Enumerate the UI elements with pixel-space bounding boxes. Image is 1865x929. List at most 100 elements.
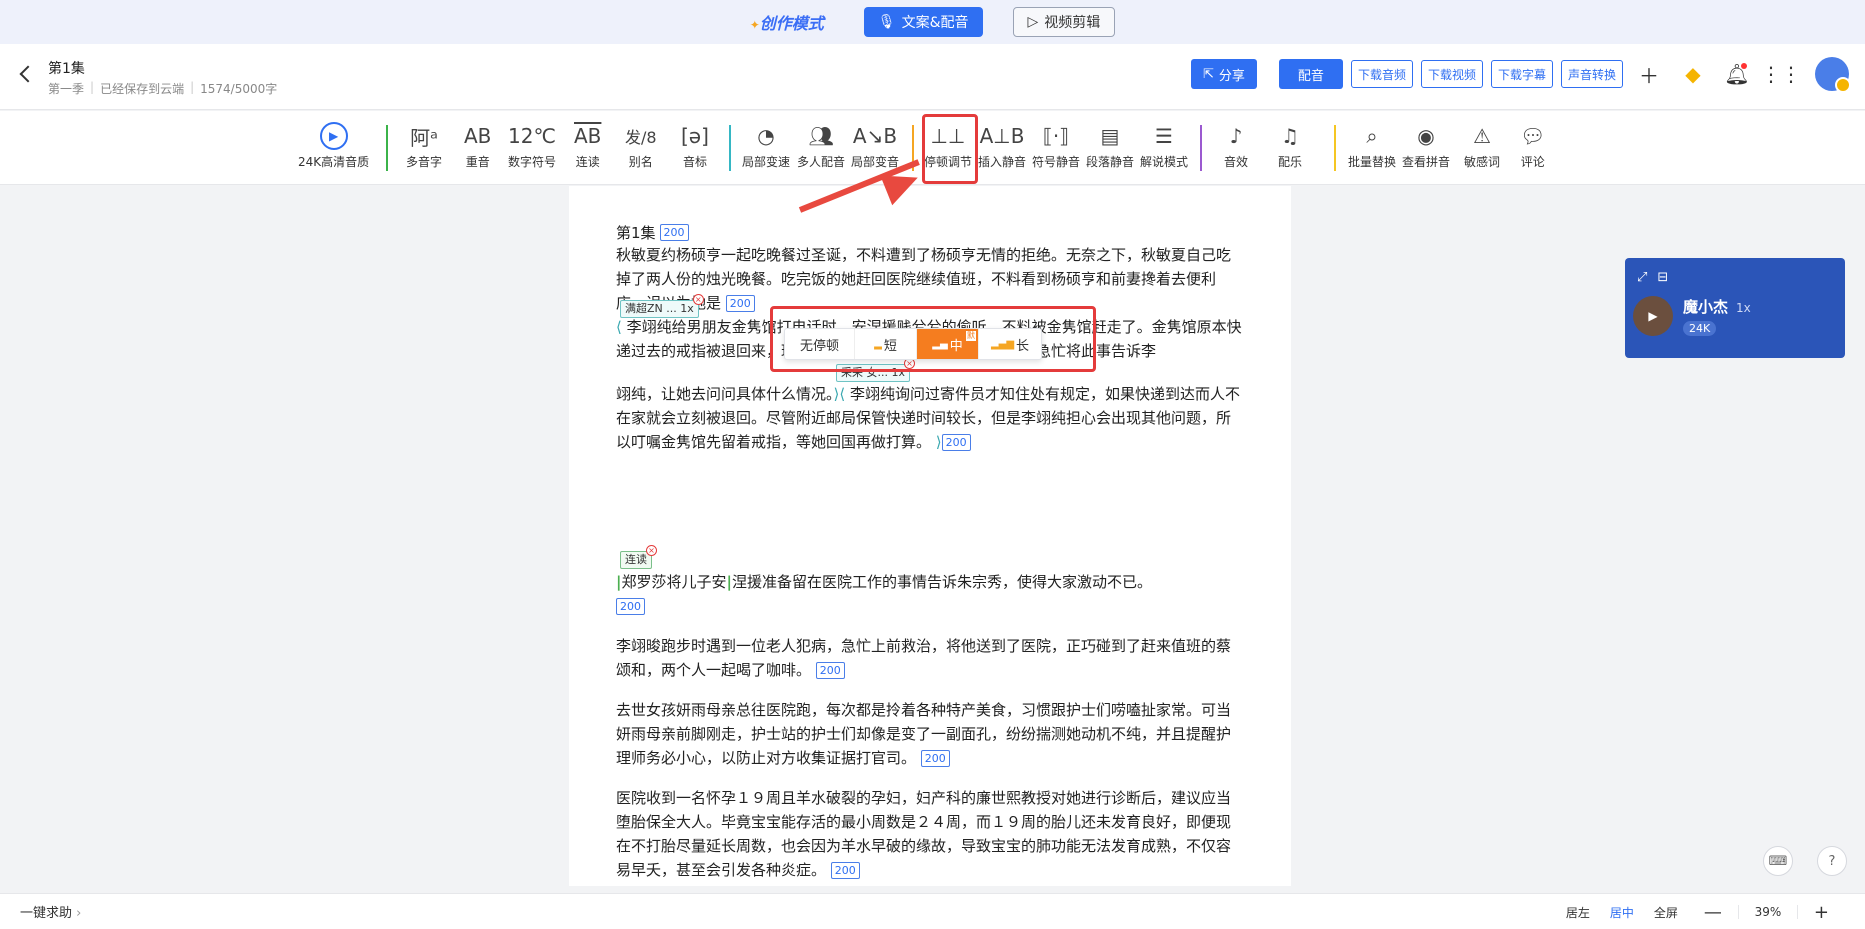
apps-grid-icon[interactable]: ⋮⋮ [1761, 58, 1801, 90]
align-center-button[interactable]: 居中 [1600, 904, 1644, 921]
close-icon[interactable]: × [692, 294, 704, 305]
number-icon: 12℃ [508, 124, 556, 148]
tool-view-pinyin-label: 查看拼音 [1402, 155, 1451, 169]
signal-icon: ▂▄▆ [990, 338, 1015, 350]
voice-name: 魔小杰 [1683, 298, 1729, 316]
paragraph-4[interactable]: 李翊晙跑步时遇到一位老人犯病，急忙上前救治，将他送到了医院，正巧碰到了赶来值班的… [616, 634, 1244, 682]
pause-none-option[interactable]: 无停顿 [785, 329, 855, 359]
voice-quality-badge: 24K [1683, 321, 1717, 336]
dub-button[interactable]: 配音 [1278, 59, 1343, 89]
tool-comment[interactable]: 💬︎ 评论 [1520, 119, 1545, 179]
voice-convert-button[interactable]: 声音转换 [1560, 60, 1623, 88]
tool-liaison-label: 连读 [575, 155, 600, 169]
music-icon: ♫ [1281, 124, 1299, 148]
tool-phonetic-label: 音标 [682, 155, 707, 169]
pause-medium-option[interactable]: ▂▄ 中默 [917, 329, 979, 359]
tool-alias[interactable]: 发/8 别名 [625, 119, 657, 179]
pause-long-option[interactable]: ▂▄▆ 长 [979, 329, 1041, 359]
user-avatar[interactable] [1815, 57, 1851, 93]
pause-badge[interactable]: 200 [616, 598, 645, 615]
comment-icon: 💬︎ [1520, 124, 1546, 148]
paragraph-3-text-b: 涅援准备留在医院工作的事情告诉朱宗秀，使得大家激动不已。 [731, 573, 1152, 591]
word-count: 1574/5000字 [200, 82, 278, 96]
paragraph-2b[interactable]: 翊纯，让她去问问具体什么情况。⟩⟨ 李翊纯询问过寄件员才知住处有规定，如果快递到… [616, 382, 1244, 454]
download-audio-button[interactable]: 下载音频 [1350, 60, 1413, 88]
voice-card-body: ▶ 魔小杰 1x 24K [1625, 296, 1845, 336]
tool-local-speed-label: 局部变速 [742, 155, 791, 169]
bell-icon[interactable]: 🔔︎ [1719, 58, 1755, 90]
editor-paper[interactable]: 第1集200 第 秋敏夏约杨硕亨一起吃晚餐过圣诞，不料遭到了杨硕亨无情的拒绝。无… [569, 186, 1291, 886]
tool-stress[interactable]: AB 重音 [464, 119, 491, 179]
expand-icon[interactable]: ⤢ [1637, 270, 1647, 285]
tool-narration-mode-label: 解说模式 [1140, 155, 1189, 169]
download-subtitle-button[interactable]: 下载字幕 [1490, 60, 1553, 88]
pause-adjust-highlight [922, 114, 978, 184]
close-icon[interactable]: × [646, 545, 657, 556]
voice-info: 魔小杰 1x 24K [1673, 296, 1751, 336]
collapse-icon[interactable]: ⊟ [1657, 270, 1668, 285]
eye-icon: ◉ [1417, 124, 1435, 148]
mode-title: ✦创作模式 [750, 10, 824, 34]
tool-polyphone[interactable]: 阿ᵃ 多音字 [406, 119, 442, 179]
tool-insert-silence[interactable]: A⊥B 插入静音 [978, 119, 1026, 179]
paragraph-6[interactable]: 医院收到一名怀孕１９周且羊水破裂的孕妇，妇产科的廉世熙教授对她进行诊断后，建议应… [616, 786, 1244, 882]
voice-card[interactable]: ⤢ ⊟ ▶ 魔小杰 1x 24K [1625, 258, 1845, 358]
zoom-in-button[interactable]: + [1798, 902, 1845, 923]
pause-popup: 无停顿 ▂ 短 ▂▄ 中默 ▂▄▆ 长 [784, 328, 1042, 360]
insert-silence-icon: A⊥B [979, 124, 1025, 148]
tool-music[interactable]: ♫ 配乐 [1278, 119, 1302, 179]
help-icon[interactable]: ? [1817, 846, 1847, 876]
microphone-icon: 🎙 [877, 14, 896, 30]
hd-quality-button[interactable]: ▶ 24K高清音质 [298, 119, 369, 179]
tool-paragraph-silence-label: 段落静音 [1086, 155, 1135, 169]
pause-short-option[interactable]: ▂ 短 [855, 329, 917, 359]
plus-icon[interactable]: ＋ [1631, 58, 1667, 90]
pause-badge[interactable]: 200 [920, 750, 950, 767]
tool-paragraph-silence[interactable]: ▤ 段落静音 [1086, 119, 1134, 179]
pause-badge[interactable]: 200 [830, 862, 860, 879]
paragraph-1[interactable]: 第 秋敏夏约杨硕亨一起吃晚餐过圣诞，不料遭到了杨硕亨无情的拒绝。无奈之下，秋敏夏… [616, 219, 1244, 315]
symbol-silence-icon: ⟦·⟧ [1042, 124, 1070, 148]
tool-number-symbol[interactable]: 12℃ 数字符号 [508, 119, 556, 179]
separator [1334, 125, 1336, 171]
pause-badge[interactable]: 200 [815, 662, 845, 679]
diamond-icon[interactable]: ◆ [1675, 58, 1711, 90]
tool-multi-voice-label: 多人配音 [797, 155, 846, 169]
tool-multi-voice[interactable]: 👥︎ 多人配音 [797, 119, 845, 179]
narration-mode-icon: ☰ [1155, 124, 1173, 148]
copy-dub-mode-button[interactable]: 🎙 文案&配音 [863, 7, 983, 37]
tool-sound-effect-label: 音效 [1224, 155, 1249, 169]
liaison-tag[interactable]: 连读 × [620, 545, 657, 569]
tool-sound-effect[interactable]: ♪ 音效 [1224, 119, 1248, 179]
pause-badge[interactable]: 200 [725, 295, 755, 312]
save-status: 已经保存到云端 [100, 82, 185, 96]
share-button[interactable]: ⇱ 分享 [1191, 59, 1257, 89]
pause-short-label: 短 [883, 338, 897, 354]
video-edit-mode-button[interactable]: ▷ 视频剪辑 [1012, 7, 1116, 37]
zoom-out-button[interactable]: — [1688, 902, 1738, 923]
play-icon: ▶ [1648, 309, 1658, 323]
paragraph-5[interactable]: 去世女孩妍雨母亲总往医院跑，每次都是拎着各种特产美食，习惯跟护士们唠嗑扯家常。可… [616, 698, 1244, 770]
voice-avatar[interactable]: ▶ [1633, 296, 1673, 336]
doc-meta: 第一季 | 已经保存到云端 | 1574/5000字 [48, 80, 277, 97]
paragraph-3[interactable]: |郑罗莎将儿子安|涅援准备留在医院工作的事情告诉朱宗秀，使得大家激动不已。 20… [616, 570, 1244, 618]
keyboard-icon[interactable]: ⌨︎ [1763, 846, 1793, 876]
tool-liaison[interactable]: AB 连读 [574, 119, 601, 179]
signal-icon: ▂▄ [932, 338, 948, 350]
phonetic-icon: [ə] [681, 124, 709, 148]
align-left-button[interactable]: 居左 [1556, 904, 1600, 921]
tool-view-pinyin[interactable]: ◉ 查看拼音 [1402, 119, 1450, 179]
tool-sensitive-words[interactable]: ⚠︎ 敏感词 [1464, 119, 1500, 179]
back-icon[interactable] [19, 65, 37, 83]
tool-narration-mode[interactable]: ☰ 解说模式 [1140, 119, 1188, 179]
tool-local-speed[interactable]: ◔ 局部变速 [742, 119, 790, 179]
one-click-help[interactable]: 一键求助 › [20, 902, 81, 921]
tool-batch-replace[interactable]: ⌕ 批量替换 [1348, 119, 1396, 179]
fullscreen-button[interactable]: 全屏 [1644, 904, 1688, 921]
tool-local-pitch-label: 局部变音 [851, 155, 900, 169]
tool-symbol-silence[interactable]: ⟦·⟧ 符号静音 [1032, 119, 1080, 179]
tool-phonetic[interactable]: [ə] 音标 [681, 119, 709, 179]
speedometer-icon: ◔ [757, 124, 775, 148]
download-video-button[interactable]: 下载视频 [1420, 60, 1483, 88]
pause-badge[interactable]: 200 [941, 434, 971, 451]
